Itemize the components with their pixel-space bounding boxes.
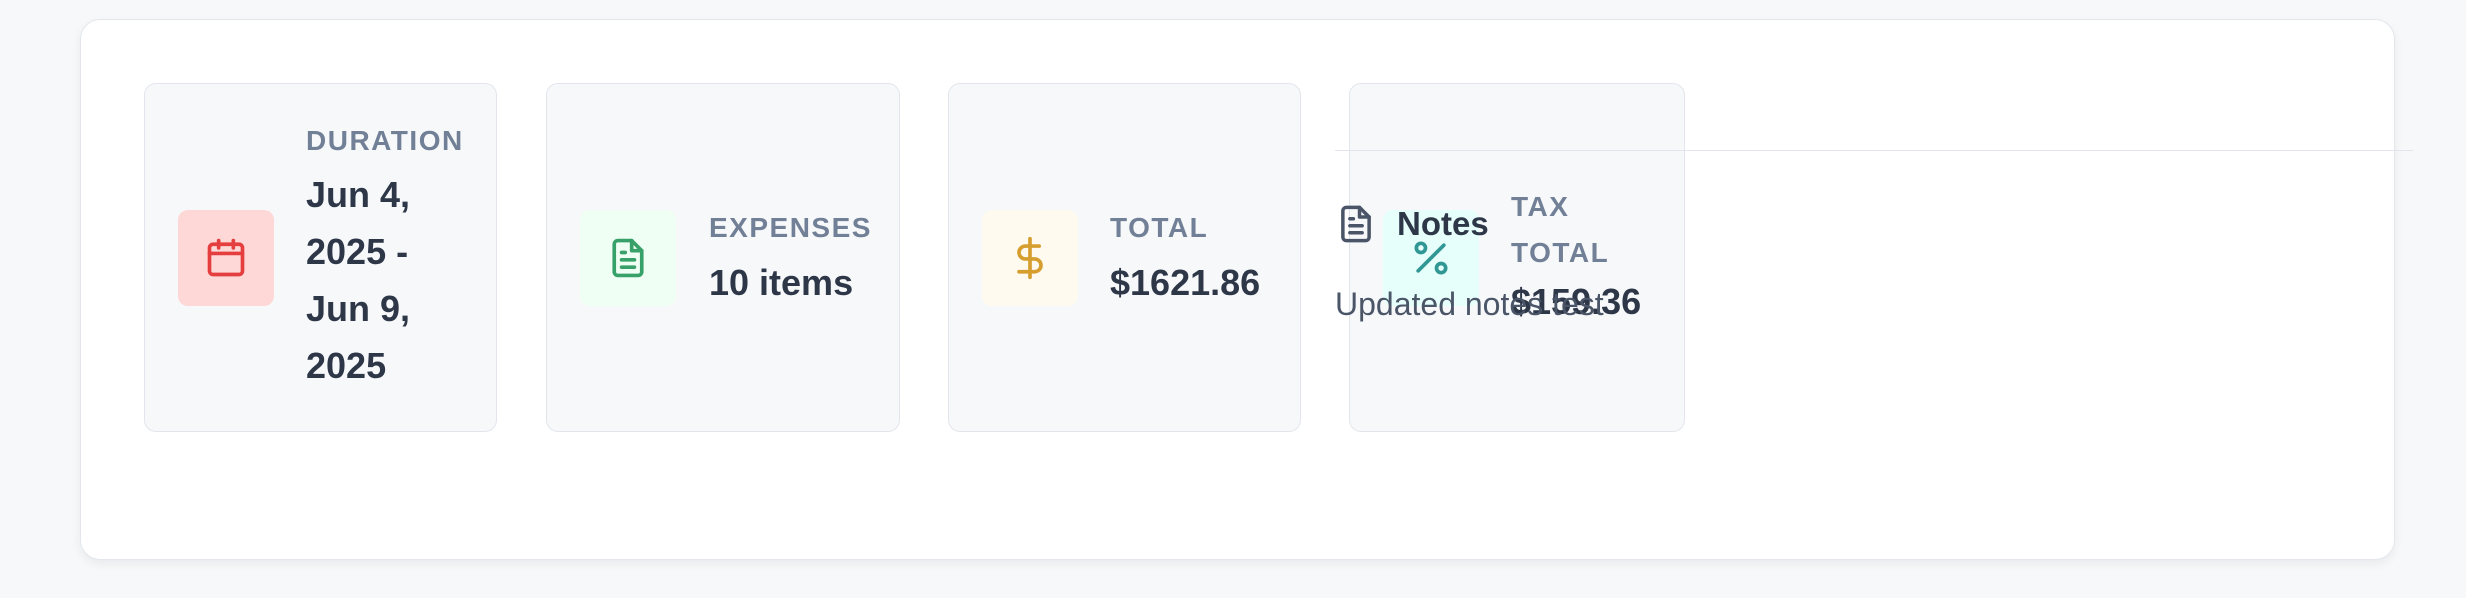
tax-total-label: TAX TOTAL: [1511, 191, 1610, 268]
total-value: $1621.86: [1110, 262, 1261, 303]
duration-icon-box: [178, 210, 274, 306]
notes-divider: [1335, 150, 2413, 151]
duration-label: DURATION: [306, 125, 464, 156]
document-icon: [1341, 205, 1371, 243]
dollar-icon: [1017, 236, 1043, 280]
calendar-icon: [207, 238, 245, 277]
total-card: TOTAL $1621.86: [948, 83, 1301, 432]
duration-card: DURATION Jun 4, 2025 - Jun 9, 2025: [144, 83, 497, 432]
report-summary-panel: DURATION Jun 4, 2025 - Jun 9, 2025 EXPEN…: [80, 19, 2413, 560]
expenses-icon-box: [580, 210, 676, 306]
notes-header: Notes: [1335, 200, 1489, 248]
tax-total-card: TAX TOTAL $159.36: [1349, 83, 1685, 432]
total-label: TOTAL: [1110, 212, 1209, 243]
expenses-label: EXPENSES: [709, 212, 872, 243]
document-icon: [612, 238, 644, 278]
notes-text: Updated notes test: [1335, 286, 1604, 322]
notes-title: Notes: [1397, 205, 1489, 242]
expenses-value: 10 items: [709, 262, 854, 303]
total-icon-box: [982, 210, 1078, 306]
duration-value: Jun 4, 2025 - Jun 9, 2025: [306, 174, 411, 386]
expenses-card: EXPENSES 10 items: [546, 83, 900, 432]
